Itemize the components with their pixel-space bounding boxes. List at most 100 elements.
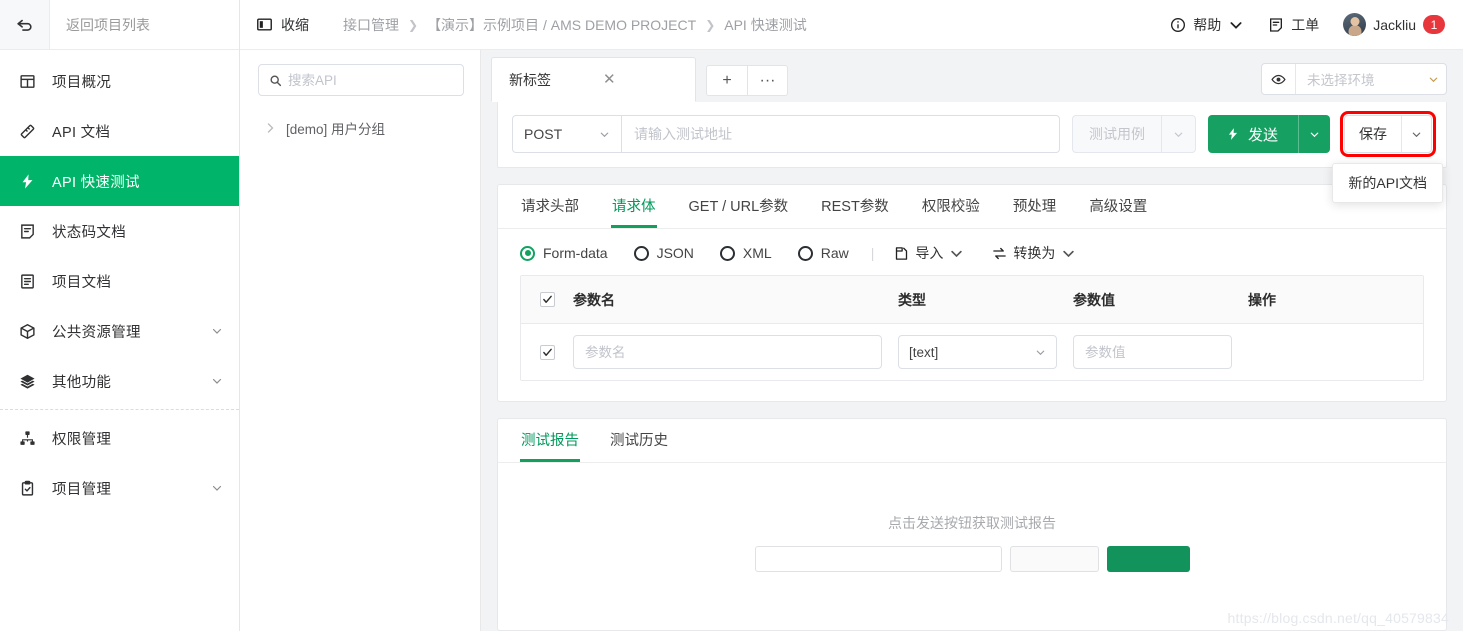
chevron-down-icon — [212, 378, 222, 384]
report-action-button[interactable] — [1106, 546, 1190, 572]
save-button-wrapper: 保存 新的API文档 — [1332, 111, 1443, 203]
info-icon — [1171, 17, 1186, 32]
sidebar-item-project-management[interactable]: 项目管理 — [0, 463, 239, 513]
send-button-group[interactable]: 发送 — [1207, 115, 1330, 153]
testcase-select[interactable]: 测试用例 — [1071, 115, 1196, 153]
lightning-icon — [1228, 128, 1238, 140]
select-all-checkbox[interactable] — [539, 292, 555, 307]
convert-label: 转换为 — [1013, 245, 1056, 261]
sidebar-item-label: 项目管理 — [52, 481, 112, 498]
param-type-select[interactable]: [text] — [898, 335, 1057, 369]
chevron-down-icon — [212, 485, 222, 491]
radio-raw[interactable]: Raw — [797, 245, 849, 261]
row-checkbox[interactable] — [539, 344, 555, 360]
help-menu[interactable]: 帮助 — [1170, 15, 1244, 35]
radio-icon — [633, 245, 649, 261]
help-label: 帮助 — [1193, 16, 1222, 33]
environment-value: 未选择环境 — [1307, 73, 1375, 88]
breadcrumb-item-0[interactable]: 接口管理 — [343, 15, 399, 35]
more-tabs-button[interactable]: ··· — [747, 66, 787, 95]
sidebar-divider — [0, 409, 239, 410]
content-area: [demo] 用户分组 新标签 ✕ + ··· — [240, 50, 1463, 631]
chevron-down-icon[interactable] — [1420, 74, 1446, 85]
sidebar-item-permission[interactable]: 权限管理 — [0, 413, 239, 463]
param-name-input[interactable] — [573, 335, 882, 369]
convert-button[interactable]: 转换为 — [992, 243, 1076, 263]
notification-badge[interactable]: 1 — [1423, 15, 1445, 34]
radio-label: XML — [742, 245, 772, 261]
collapse-sidebar-button[interactable]: 收缩 — [256, 15, 309, 35]
breadcrumb-item-1[interactable]: 【演示】示例项目 / AMS DEMO PROJECT — [427, 15, 696, 35]
search-input[interactable] — [288, 72, 453, 88]
tab-request-headers[interactable]: 请求头部 — [520, 185, 580, 228]
radio-xml[interactable]: XML — [719, 245, 772, 261]
chevron-down-icon — [1310, 132, 1319, 137]
testcase-label: 测试用例 — [1088, 126, 1145, 142]
tab-test-report[interactable]: 测试报告 — [520, 419, 580, 462]
tab-test-history[interactable]: 测试历史 — [609, 419, 669, 462]
sidebar-item-api-doc[interactable]: API 文档 — [0, 106, 239, 156]
cell-param-name — [573, 335, 898, 369]
save-button-group[interactable]: 保存 — [1340, 111, 1436, 157]
sidebar-item-other-features[interactable]: 其他功能 — [0, 356, 239, 406]
tab-preprocess[interactable]: 预处理 — [1012, 185, 1058, 228]
header-param-name: 参数名 — [573, 291, 615, 308]
tab-advanced-settings[interactable]: 高级设置 — [1088, 185, 1148, 228]
back-label[interactable]: 返回项目列表 — [50, 15, 150, 35]
dashboard-icon — [17, 71, 37, 91]
select-all-cell — [521, 292, 573, 307]
sidebar-item-label: 权限管理 — [52, 431, 112, 448]
eye-icon[interactable] — [1262, 64, 1296, 94]
ticket-link[interactable]: 工单 — [1268, 15, 1319, 35]
radio-icon — [520, 245, 535, 261]
param-value-input[interactable] — [1073, 335, 1232, 369]
user-menu[interactable]: Jackliu 1 — [1343, 13, 1445, 36]
send-button[interactable]: 发送 — [1208, 115, 1298, 153]
back-arrow-icon — [17, 19, 32, 31]
tab-get-url-params[interactable]: GET / URL参数 — [688, 185, 790, 228]
add-tab-button[interactable]: + — [707, 66, 747, 95]
project-doc-icon — [17, 271, 37, 291]
sidebar-item-api-quick-test[interactable]: API 快速测试 — [0, 156, 239, 206]
sidebar-item-project-doc[interactable]: 项目文档 — [0, 256, 239, 306]
tree-node-label: [demo] 用户分组 — [286, 122, 386, 137]
right-pane: 收缩 接口管理 ❯ 【演示】示例项目 / AMS DEMO PROJECT ❯ … — [240, 0, 1463, 631]
save-button[interactable]: 保存 — [1345, 116, 1401, 152]
report-input-secondary[interactable] — [1009, 546, 1099, 572]
chevron-down-icon[interactable] — [1160, 116, 1195, 152]
sidebar-item-label: 项目文档 — [52, 274, 112, 291]
sidebar-header: 返回项目列表 — [0, 0, 239, 50]
chevron-down-icon — [600, 132, 609, 137]
sidebar-item-project-overview[interactable]: 项目概况 — [0, 56, 239, 106]
tab-auth-check[interactable]: 权限校验 — [921, 185, 981, 228]
sidebar-item-public-resource[interactable]: 公共资源管理 — [0, 306, 239, 356]
tree-node-demo-user-group[interactable]: [demo] 用户分组 — [240, 110, 480, 146]
radio-form-data[interactable]: Form-data — [520, 245, 608, 261]
sidebar-item-label: 项目概况 — [52, 74, 112, 91]
url-input[interactable] — [622, 115, 1060, 153]
http-method-select[interactable]: POST — [512, 115, 622, 153]
import-label: 导入 — [915, 245, 944, 261]
radio-json[interactable]: JSON — [633, 245, 694, 261]
request-tabs: 请求头部 请求体 GET / URL参数 REST参数 权限校验 预处理 高级设… — [498, 185, 1446, 229]
tab-rest-params[interactable]: REST参数 — [820, 185, 890, 228]
send-dropdown-button[interactable] — [1298, 115, 1330, 153]
convert-icon — [993, 247, 1007, 259]
check-icon — [542, 295, 552, 303]
report-tabs: 测试报告 测试历史 — [498, 419, 1446, 463]
environment-select[interactable]: 未选择环境 — [1261, 63, 1447, 95]
save-dropdown-button[interactable] — [1401, 116, 1431, 152]
main-editor: 新标签 ✕ + ··· 未选择环境 POST 请输入测试地址 测试用例 发送 保… — [481, 50, 1463, 631]
back-button[interactable] — [0, 0, 50, 49]
menu-item-new-api-doc[interactable]: 新的API文档 — [1333, 164, 1442, 202]
topbar: 收缩 接口管理 ❯ 【演示】示例项目 / AMS DEMO PROJECT ❯ … — [240, 0, 1463, 50]
tab-request-body[interactable]: 请求体 — [611, 185, 657, 228]
sidebar-nav: 项目概况 API 文档 API 快速测试 状态码文档 项目文档 公共资源管理 其… — [0, 50, 239, 513]
sidebar-item-status-code-doc[interactable]: 状态码文档 — [0, 206, 239, 256]
search-box[interactable] — [258, 64, 464, 96]
chevron-down-icon — [1036, 350, 1045, 355]
close-icon[interactable]: ✕ — [603, 72, 616, 87]
report-input-primary[interactable] — [754, 546, 1002, 572]
tab-new-label[interactable]: 新标签 ✕ — [491, 57, 696, 102]
import-button[interactable]: 导入 — [894, 243, 964, 263]
